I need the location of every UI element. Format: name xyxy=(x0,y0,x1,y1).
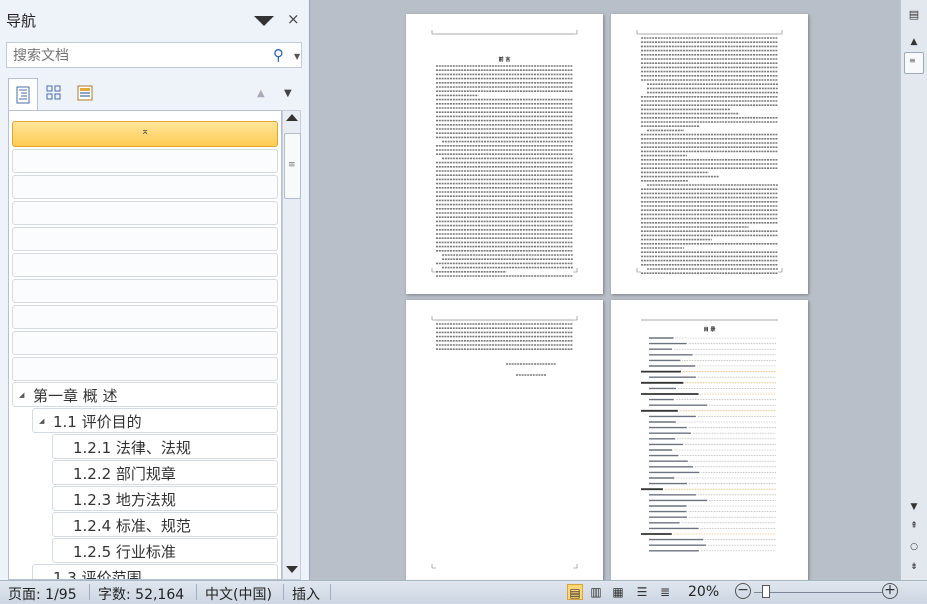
next-page-icon[interactable]: ⇟ xyxy=(905,562,923,572)
list-item[interactable] xyxy=(12,253,278,277)
list-item[interactable] xyxy=(12,331,278,355)
tab-search-results[interactable] xyxy=(70,78,100,108)
print-layout-view-icon[interactable]: ▤ xyxy=(567,584,583,600)
view-ruler-icon[interactable]: ▤ xyxy=(905,8,923,21)
insert-mode-indicator[interactable]: 插入 xyxy=(292,584,320,604)
search-box[interactable]: ⚲ ▼ xyxy=(6,42,302,68)
vertical-scrollbar[interactable]: ▤ ▲ ≡ ▼ ⇞ ○ ⇟ xyxy=(900,0,927,580)
heading-item-1-2-5[interactable]: 1.2.5 行业标准 xyxy=(52,538,278,563)
tab-page-thumbnails[interactable] xyxy=(39,78,69,108)
divider xyxy=(330,584,331,600)
page-1-title: 前 言 xyxy=(498,57,511,63)
page-4-title: 目 录 xyxy=(703,327,716,333)
navigation-pane: 导航 × ⚲ ▼ xyxy=(0,0,310,580)
page-4-toc-lines xyxy=(641,319,778,552)
scroll-up-arrow-icon[interactable]: ▲ xyxy=(905,37,923,47)
results-list-icon xyxy=(77,85,93,101)
pane-options-dropdown-icon[interactable] xyxy=(254,16,274,26)
thumbnails-icon xyxy=(46,85,61,100)
selected-heading-row[interactable]: ⌅ xyxy=(12,121,278,147)
previous-heading-button[interactable]: ▲ xyxy=(257,88,265,99)
search-options-dropdown-icon[interactable]: ▼ xyxy=(294,52,300,61)
word-count[interactable]: 字数: 52,164 xyxy=(98,584,184,604)
zoom-out-button[interactable]: − xyxy=(735,583,751,599)
full-screen-reading-view-icon[interactable]: ▥ xyxy=(588,584,604,600)
scroll-down-arrow-icon[interactable] xyxy=(286,566,298,573)
status-bar: 页面: 1/95 字数: 52,164 中文(中国) 插入 ▤ ▥ ▦ ☰ ≣ … xyxy=(0,580,927,603)
web-layout-view-icon[interactable]: ▦ xyxy=(610,584,626,600)
heading-item-1-2-1[interactable]: 1.2.1 法律、法规 xyxy=(52,434,278,459)
outline-view-icon[interactable]: ☰ xyxy=(634,584,650,600)
navigation-title: 导航 xyxy=(6,12,37,30)
list-item[interactable] xyxy=(12,149,278,173)
page-1[interactable]: 前 言 xyxy=(406,14,603,294)
heading-item-chapter-1[interactable]: ◢ 第一章 概 述 xyxy=(12,382,278,407)
page-3-text-lines xyxy=(431,316,578,569)
close-pane-button[interactable]: × xyxy=(287,10,300,28)
divider xyxy=(196,584,197,600)
zoom-in-button[interactable]: + xyxy=(882,583,898,599)
document-area[interactable]: 前 言 目 录 xyxy=(310,0,900,580)
heading-item-1-2-2[interactable]: 1.2.2 部门规章 xyxy=(52,460,278,485)
scroll-up-arrow-icon[interactable] xyxy=(286,114,298,121)
list-item[interactable] xyxy=(12,357,278,381)
zoom-slider-handle[interactable] xyxy=(762,585,770,598)
list-item[interactable] xyxy=(12,227,278,251)
tab-headings[interactable] xyxy=(8,78,38,110)
zoom-slider[interactable] xyxy=(754,592,882,593)
grip-icon: ≡ xyxy=(909,56,916,65)
scroll-down-arrow-icon[interactable]: ▼ xyxy=(905,502,923,512)
heading-item-1-2-4[interactable]: 1.2.4 标准、规范 xyxy=(52,512,278,537)
collapse-all-icon: ⌅ xyxy=(141,126,150,137)
search-icon[interactable]: ⚲ xyxy=(273,46,284,64)
select-browse-object-icon[interactable]: ○ xyxy=(905,542,923,552)
list-item[interactable] xyxy=(12,175,278,199)
expand-triangle-icon[interactable]: ◢ xyxy=(19,391,24,399)
page-3[interactable] xyxy=(406,300,603,580)
next-heading-button[interactable]: ▼ xyxy=(284,88,292,99)
scroll-thumb[interactable]: ≡ xyxy=(904,52,924,74)
heading-list: ⌅ ◢ 第一章 概 述 ◢ 1.1 评价目的 1.2.1 法律、法规 1.2.2… xyxy=(8,110,282,580)
navigation-header: 导航 × xyxy=(0,4,309,34)
divider xyxy=(89,584,90,600)
page-2[interactable] xyxy=(611,14,808,294)
list-item[interactable] xyxy=(12,279,278,303)
grip-icon: ≡ xyxy=(288,160,296,170)
search-input[interactable] xyxy=(11,45,265,67)
page-count[interactable]: 页面: 1/95 xyxy=(8,584,77,604)
heading-item-1-3[interactable]: 1.3 评价范围 xyxy=(32,564,278,579)
zoom-level[interactable]: 20% xyxy=(688,584,719,600)
heading-item-1-1[interactable]: ◢ 1.1 评价目的 xyxy=(32,408,278,433)
scroll-thumb[interactable]: ≡ xyxy=(284,133,301,199)
headings-icon xyxy=(16,86,30,103)
previous-page-icon[interactable]: ⇞ xyxy=(905,521,923,531)
page-2-text-lines xyxy=(636,30,783,275)
list-item[interactable] xyxy=(12,305,278,329)
divider xyxy=(283,584,284,600)
list-item[interactable] xyxy=(12,201,278,225)
heading-item-1-2-3[interactable]: 1.2.3 地方法规 xyxy=(52,486,278,511)
navigation-scrollbar[interactable]: ≡ xyxy=(282,110,301,580)
language-indicator[interactable]: 中文(中国) xyxy=(205,584,272,604)
draft-view-icon[interactable]: ≣ xyxy=(657,584,673,600)
page-4[interactable]: 目 录 xyxy=(611,300,808,580)
expand-triangle-icon[interactable]: ◢ xyxy=(39,417,44,425)
